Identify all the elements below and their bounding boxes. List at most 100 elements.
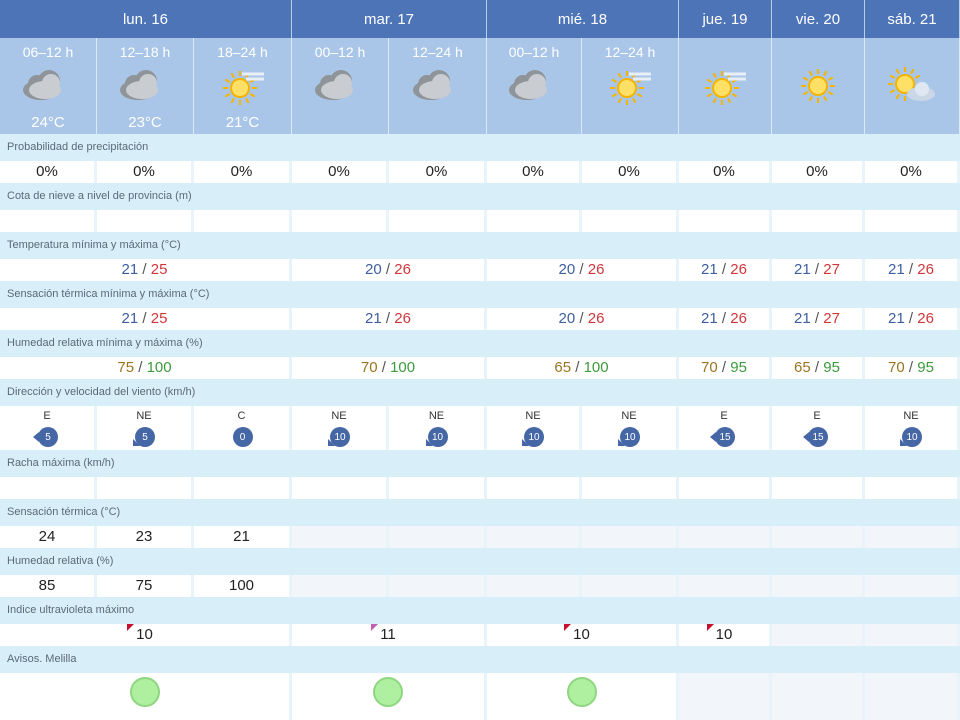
wind-direction: NE bbox=[428, 410, 445, 422]
max-value: 25 bbox=[150, 261, 168, 278]
wind-speed: 10 bbox=[427, 427, 448, 447]
uv-flag-icon bbox=[127, 624, 135, 631]
data-cell: 70 / 95 bbox=[679, 357, 772, 379]
min-value: 21 bbox=[888, 261, 905, 278]
min-value: 65 bbox=[794, 359, 811, 376]
data-cell bbox=[679, 673, 772, 720]
data-cell: 21 / 27 bbox=[772, 308, 865, 330]
max-value: 27 bbox=[823, 310, 840, 327]
day-header[interactable]: sáb. 21 bbox=[865, 0, 960, 38]
humidity-value: 75 bbox=[97, 575, 194, 597]
row-label: Racha máxima (km/h) bbox=[0, 450, 960, 477]
data-cell: NE 10 bbox=[487, 406, 582, 450]
data-cell bbox=[582, 575, 679, 597]
max-value: 26 bbox=[917, 261, 934, 278]
data-cell: 10 bbox=[487, 624, 679, 646]
precip-value: 0% bbox=[865, 161, 960, 183]
feel-value: 23 bbox=[97, 526, 194, 548]
max-value: 100 bbox=[390, 359, 416, 376]
max-value: 25 bbox=[150, 310, 168, 327]
precip-value: 0% bbox=[679, 161, 772, 183]
max-value: 100 bbox=[583, 359, 609, 376]
wind-icon: 5 bbox=[129, 426, 159, 448]
day-header[interactable]: mar. 17 bbox=[292, 0, 487, 38]
wind-direction: NE bbox=[525, 410, 541, 422]
precip-value: 0% bbox=[582, 161, 679, 183]
data-cell: 20 / 26 bbox=[487, 308, 679, 330]
feel-value: 24 bbox=[0, 526, 97, 548]
warning-level-icon[interactable] bbox=[373, 677, 403, 707]
uv-flag-icon bbox=[564, 624, 572, 631]
min-value: 21 bbox=[794, 310, 811, 327]
wind-icon: 10 bbox=[896, 426, 926, 448]
period-label: 00–12 h bbox=[314, 44, 366, 60]
sun-cloud-icon bbox=[865, 66, 959, 106]
data-cell bbox=[292, 477, 389, 499]
data-cell bbox=[194, 210, 292, 232]
data-cell bbox=[487, 575, 582, 597]
data-cell bbox=[389, 210, 487, 232]
wind-speed: 5 bbox=[38, 427, 58, 447]
data-cell: 10 bbox=[0, 624, 292, 646]
max-value: 95 bbox=[917, 359, 934, 376]
wind-direction: NE bbox=[621, 410, 637, 422]
data-cell: NE 10 bbox=[865, 406, 960, 450]
wind-speed: 10 bbox=[620, 427, 640, 447]
humidity-value: 100 bbox=[194, 575, 292, 597]
data-cell bbox=[679, 575, 772, 597]
max-value: 26 bbox=[394, 261, 411, 278]
period-temperature: 24°C bbox=[31, 114, 65, 131]
data-cell bbox=[97, 477, 194, 499]
wind-direction: NE bbox=[903, 410, 919, 422]
row-label: Temperatura mínima y máxima (°C) bbox=[0, 232, 960, 259]
data-cell bbox=[582, 477, 679, 499]
period-label bbox=[865, 44, 959, 62]
warning-level-icon[interactable] bbox=[129, 677, 160, 707]
row-label: Humedad relativa (%) bbox=[0, 548, 960, 575]
data-cell bbox=[865, 526, 960, 548]
max-value: 26 bbox=[730, 310, 747, 327]
wind-direction: NE bbox=[136, 410, 152, 422]
min-value: 21 bbox=[365, 310, 382, 327]
data-cell: C0 bbox=[194, 406, 292, 450]
data-cell bbox=[0, 477, 97, 499]
day-header[interactable]: lun. 16 bbox=[0, 0, 292, 38]
data-cell: 65 / 100 bbox=[487, 357, 679, 379]
data-cell bbox=[292, 673, 487, 720]
precip-value: 0% bbox=[0, 161, 97, 183]
separator: / bbox=[381, 261, 395, 278]
data-cell bbox=[679, 210, 772, 232]
period-label: 12–18 h bbox=[119, 44, 171, 60]
data-cell: 21 / 26 bbox=[679, 259, 772, 281]
data-cell bbox=[679, 526, 772, 548]
cloudy-icon bbox=[0, 66, 96, 106]
data-cell bbox=[772, 624, 865, 646]
cloudy-icon bbox=[487, 66, 581, 106]
uv-index: 10 bbox=[564, 624, 590, 643]
wind-speed: 10 bbox=[524, 427, 544, 447]
period-cell: 06–12 h 24°C bbox=[0, 38, 97, 134]
row-label: Avisos. Melilla bbox=[0, 646, 960, 673]
data-cell bbox=[389, 477, 487, 499]
period-label: 18–24 h bbox=[217, 44, 268, 60]
precip-value: 0% bbox=[292, 161, 389, 183]
data-cell bbox=[582, 526, 679, 548]
separator: / bbox=[377, 359, 391, 376]
day-header[interactable]: vie. 20 bbox=[772, 0, 865, 38]
day-header[interactable]: mié. 18 bbox=[487, 0, 679, 38]
period-cell bbox=[679, 38, 772, 134]
cloudy-icon bbox=[292, 66, 388, 106]
day-header[interactable]: jue. 19 bbox=[679, 0, 772, 38]
min-value: 21 bbox=[701, 310, 718, 327]
wind-speed: 10 bbox=[902, 427, 922, 447]
uv-value: 10 bbox=[715, 626, 733, 643]
period-label: 00–12 h bbox=[508, 44, 560, 60]
data-cell bbox=[772, 210, 865, 232]
sun-haze-icon bbox=[679, 66, 771, 106]
period-temperature: 23°C bbox=[128, 114, 162, 131]
row-label: Humedad relativa mínima y máxima (%) bbox=[0, 330, 960, 357]
wind-direction: E bbox=[43, 410, 51, 422]
warning-level-icon[interactable] bbox=[566, 677, 597, 707]
row-label: Cota de nieve a nivel de provincia (m) bbox=[0, 183, 960, 210]
min-value: 21 bbox=[121, 261, 139, 278]
